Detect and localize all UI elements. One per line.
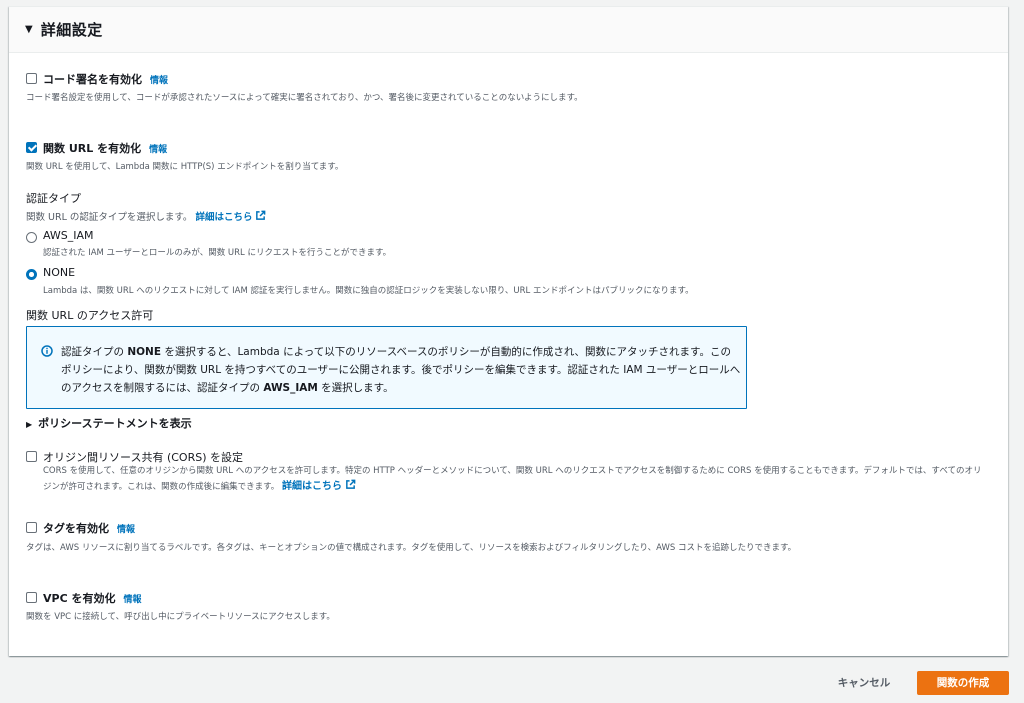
external-link-icon <box>256 210 266 220</box>
tags-checkbox[interactable] <box>26 522 37 533</box>
panel-header[interactable]: ▼ 詳細設定 <box>9 7 1008 53</box>
info-circle-icon <box>41 345 53 357</box>
cors-description-block: CORS を使用して、任意のオリジンから関数 URL へのアクセスを許可します。… <box>43 463 988 495</box>
cancel-button[interactable]: キャンセル <box>825 671 903 695</box>
panel-title: 詳細設定 <box>40 21 103 39</box>
vpc-info-link[interactable]: 情報 <box>123 595 141 605</box>
alert-text-aws-iam: AWS_IAM <box>263 382 318 394</box>
vpc-label: VPC を有効化 <box>43 592 116 605</box>
access-permission-label: 関数 URL のアクセス許可 <box>26 309 154 322</box>
function-url-info-link[interactable]: 情報 <box>149 145 167 155</box>
auth-type-aws-iam-radio[interactable] <box>26 232 37 243</box>
auth-type-description: 関数 URL の認証タイプを選択します。 <box>26 212 193 223</box>
auth-type-learn-more-label: 詳細はこちら <box>195 212 253 223</box>
vpc-row: VPC を有効化 情報 <box>43 590 142 606</box>
cors-learn-more-link[interactable]: 詳細はこちら <box>282 479 356 492</box>
policy-info-alert: 認証タイプの NONE を選択すると、Lambda によって以下のリソースベース… <box>26 326 747 409</box>
code-signing-info-link[interactable]: 情報 <box>150 76 168 86</box>
create-function-button[interactable]: 関数の作成 <box>917 671 1009 695</box>
auth-type-description-row: 関数 URL の認証タイプを選択します。 詳細はこちら <box>26 209 266 223</box>
alert-text-part: を選択すると、Lambda によって以下のリソースベースのポリシーが自動的に作成… <box>61 346 741 394</box>
alert-text-part: を選択します。 <box>317 382 394 394</box>
policy-info-alert-text: 認証タイプの NONE を選択すると、Lambda によって以下のリソースベース… <box>61 343 741 397</box>
cors-learn-more-label: 詳細はこちら <box>282 481 343 492</box>
auth-type-label: 認証タイプ <box>26 192 81 205</box>
vpc-checkbox[interactable] <box>26 592 37 603</box>
tags-description: タグは、AWS リソースに割り当てるラベルです。各タグは、キーとオプションの値で… <box>26 543 797 553</box>
code-signing-label: コード署名を有効化 <box>43 73 142 86</box>
function-url-description: 関数 URL を使用して、Lambda 関数に HTTP(S) エンドポイントを… <box>26 162 344 172</box>
caret-down-icon[interactable]: ▼ <box>25 24 33 35</box>
auth-type-none-description: Lambda は、関数 URL へのリクエストに対して IAM 認証を実行しませ… <box>43 286 694 296</box>
auth-type-none-label[interactable]: NONE <box>43 266 75 279</box>
caret-right-icon: ▶ <box>26 420 33 429</box>
tags-label: タグを有効化 <box>43 522 109 535</box>
function-url-label: 関数 URL を有効化 <box>43 142 142 155</box>
code-signing-row: コード署名を有効化 情報 <box>43 71 168 87</box>
auth-type-none-radio[interactable] <box>26 269 37 280</box>
function-url-checkbox[interactable] <box>26 142 37 153</box>
auth-type-learn-more-link[interactable]: 詳細はこちら <box>195 210 266 223</box>
code-signing-description: コード署名設定を使用して、コードが承認されたソースによって確実に署名されており、… <box>26 93 583 103</box>
auth-type-aws-iam-description: 認証された IAM ユーザーとロールのみが、関数 URL にリクエストを行うこと… <box>43 248 392 258</box>
cors-description: CORS を使用して、任意のオリジンから関数 URL へのアクセスを許可します。… <box>43 466 982 492</box>
tags-info-link[interactable]: 情報 <box>117 525 135 535</box>
function-url-row: 関数 URL を有効化 情報 <box>43 140 167 156</box>
code-signing-checkbox[interactable] <box>26 73 37 84</box>
alert-text-part: 認証タイプの <box>61 346 128 358</box>
auth-type-aws-iam-label[interactable]: AWS_IAM <box>43 229 94 242</box>
policy-statement-expander-label: ポリシーステートメントを表示 <box>38 417 192 430</box>
alert-text-none: NONE <box>127 346 162 358</box>
policy-statement-expander[interactable]: ▶ ポリシーステートメントを表示 <box>26 415 192 431</box>
cors-checkbox[interactable] <box>26 451 37 462</box>
vpc-description: 関数を VPC に接続して、呼び出し中にプライベートリソースにアクセスします。 <box>26 612 335 622</box>
tags-row: タグを有効化 情報 <box>43 520 135 536</box>
external-link-icon <box>346 479 356 489</box>
